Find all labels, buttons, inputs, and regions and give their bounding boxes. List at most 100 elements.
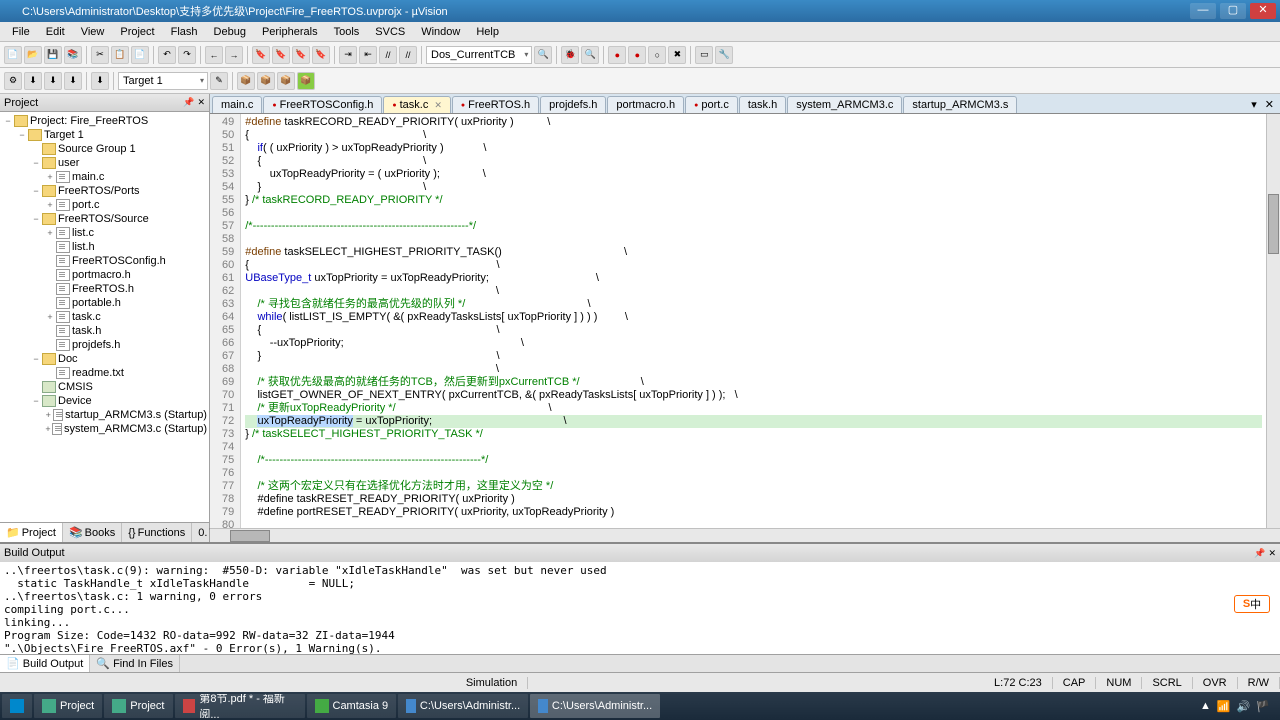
tree-listh[interactable]: list.h — [2, 240, 207, 254]
translate-icon[interactable]: ⚙ — [4, 72, 22, 90]
menu-window[interactable]: Window — [413, 24, 468, 40]
paste-icon[interactable]: 📄 — [131, 46, 149, 64]
zoom-icon[interactable]: 🔍 — [581, 46, 599, 64]
build-icon[interactable]: ⬇ — [24, 72, 42, 90]
scroll-thumb[interactable] — [230, 530, 270, 542]
tree-freertosh[interactable]: FreeRTOS.h — [2, 282, 207, 296]
menu-flash[interactable]: Flash — [163, 24, 206, 40]
projtab-functions[interactable]: {}Functions — [122, 523, 192, 542]
tab-taskc[interactable]: task.c✕ — [383, 96, 451, 113]
taskbar-item[interactable]: Project — [104, 694, 172, 718]
projtab-books[interactable]: 📚Books — [63, 523, 122, 542]
tree-doc[interactable]: −Doc — [2, 352, 207, 366]
tab-portc[interactable]: port.c — [685, 96, 738, 113]
breakpoint2-icon[interactable]: ● — [628, 46, 646, 64]
tab-freertosh[interactable]: FreeRTOS.h — [452, 96, 539, 113]
maximize-button[interactable]: ▢ — [1220, 3, 1246, 19]
code-content[interactable]: #define taskRECORD_READY_PRIORITY( uxPri… — [241, 114, 1266, 528]
menu-tools[interactable]: Tools — [326, 24, 368, 40]
redo-icon[interactable]: ↷ — [178, 46, 196, 64]
tree-cfgh[interactable]: FreeRTOSConfig.h — [2, 254, 207, 268]
outdent-icon[interactable]: ⇤ — [359, 46, 377, 64]
tab-startups[interactable]: startup_ARMCM3.s — [903, 96, 1017, 113]
panel-pin-icon[interactable]: 📌 — [183, 97, 194, 108]
system-tray[interactable]: ▲ 📶 🔊 🏴 — [1192, 700, 1278, 713]
rebuild-icon[interactable]: ⬇ — [44, 72, 62, 90]
tab-close-icon[interactable]: ✕ — [434, 100, 442, 111]
undo-icon[interactable]: ↶ — [158, 46, 176, 64]
menu-peripherals[interactable]: Peripherals — [254, 24, 326, 40]
buildtab-find[interactable]: 🔍 Find In Files — [90, 655, 180, 672]
breakpoint-dis-icon[interactable]: ○ — [648, 46, 666, 64]
new-icon[interactable]: 📄 — [4, 46, 22, 64]
window-icon[interactable]: ▭ — [695, 46, 713, 64]
manage2-icon[interactable]: 📦 — [257, 72, 275, 90]
manage3-icon[interactable]: 📦 — [277, 72, 295, 90]
code-editor[interactable]: 4950515253545556575859606162636465666768… — [210, 114, 1280, 528]
vertical-scrollbar[interactable] — [1266, 114, 1280, 528]
tree-user[interactable]: −user — [2, 156, 207, 170]
find-combo[interactable]: Dos_CurrentTCB — [426, 46, 532, 64]
comment-icon[interactable]: // — [379, 46, 397, 64]
batch-icon[interactable]: ⬇ — [64, 72, 82, 90]
menu-view[interactable]: View — [73, 24, 113, 40]
close-button[interactable]: ✕ — [1250, 3, 1276, 19]
indent-icon[interactable]: ⇥ — [339, 46, 357, 64]
tree-taskc[interactable]: +task.c — [2, 310, 207, 324]
tab-portmacroh[interactable]: portmacro.h — [607, 96, 684, 113]
tree-taskh[interactable]: task.h — [2, 324, 207, 338]
tree-portmacroh[interactable]: portmacro.h — [2, 268, 207, 282]
ime-indicator[interactable]: S中 — [1234, 595, 1270, 613]
breakpoint-icon[interactable]: ● — [608, 46, 626, 64]
tree-portableh[interactable]: portable.h — [2, 296, 207, 310]
build-output[interactable]: ..\freertos\task.c(9): warning: #550-D: … — [0, 562, 1280, 654]
tray-sound-icon[interactable]: 🔊 — [1237, 700, 1251, 713]
tab-taskh[interactable]: task.h — [739, 96, 786, 113]
tree-readme[interactable]: readme.txt — [2, 366, 207, 380]
debug-icon[interactable]: 🐞 — [561, 46, 579, 64]
tab-mainc[interactable]: main.c — [212, 96, 262, 113]
panel-close-icon[interactable]: ✕ — [1268, 548, 1276, 559]
cut-icon[interactable]: ✂ — [91, 46, 109, 64]
config-icon[interactable]: 🔧 — [715, 46, 733, 64]
taskbar-item[interactable]: C:\Users\Administr... — [530, 694, 660, 718]
tab-projdefsh[interactable]: projdefs.h — [540, 96, 606, 113]
start-button[interactable] — [2, 694, 32, 718]
uncomment-icon[interactable]: // — [399, 46, 417, 64]
tabs-dropdown-icon[interactable]: ▾ — [1247, 96, 1261, 113]
tabs-close-icon[interactable]: ✕ — [1261, 96, 1278, 113]
open-icon[interactable]: 📂 — [24, 46, 42, 64]
save-all-icon[interactable]: 📚 — [64, 46, 82, 64]
tree-root[interactable]: −Project: Fire_FreeRTOS — [2, 114, 207, 128]
buildtab-output[interactable]: 📄 Build Output — [0, 655, 90, 672]
taskbar-item[interactable]: Project — [34, 694, 102, 718]
panel-close-icon[interactable]: ✕ — [197, 97, 205, 108]
taskbar-item[interactable]: Camtasia 9 — [307, 694, 397, 718]
projtab-project[interactable]: 📁Project — [0, 523, 63, 542]
panel-pin-icon[interactable]: 📌 — [1254, 548, 1265, 559]
find-icon[interactable]: 🔍 — [534, 46, 552, 64]
save-icon[interactable]: 💾 — [44, 46, 62, 64]
tree-device[interactable]: −Device — [2, 394, 207, 408]
download-icon[interactable]: ⬇ — [91, 72, 109, 90]
taskbar-item[interactable]: 第8节.pdf * - 福新阅... — [175, 694, 305, 718]
tray-flag-icon[interactable]: 🏴 — [1256, 700, 1270, 713]
tray-network-icon[interactable]: 📶 — [1217, 700, 1231, 713]
tab-cfgh[interactable]: FreeRTOSConfig.h — [263, 96, 382, 113]
tree-ports[interactable]: −FreeRTOS/Ports — [2, 184, 207, 198]
menu-edit[interactable]: Edit — [38, 24, 73, 40]
copy-icon[interactable]: 📋 — [111, 46, 129, 64]
menu-help[interactable]: Help — [468, 24, 507, 40]
tree-system[interactable]: +system_ARMCM3.c (Startup) — [2, 422, 207, 436]
tree-cmsis[interactable]: CMSIS — [2, 380, 207, 394]
tree-source-group[interactable]: Source Group 1 — [2, 142, 207, 156]
minimize-button[interactable]: — — [1190, 3, 1216, 19]
project-tree[interactable]: −Project: Fire_FreeRTOS −Target 1 Source… — [0, 112, 209, 522]
tray-up-icon[interactable]: ▲ — [1200, 700, 1211, 712]
tree-projdefsh[interactable]: projdefs.h — [2, 338, 207, 352]
scroll-thumb[interactable] — [1268, 194, 1279, 254]
manage4-icon[interactable]: 📦 — [297, 72, 315, 90]
menu-debug[interactable]: Debug — [206, 24, 254, 40]
bookmark-prev-icon[interactable]: 🔖 — [292, 46, 310, 64]
breakpoint-kill-icon[interactable]: ✖ — [668, 46, 686, 64]
